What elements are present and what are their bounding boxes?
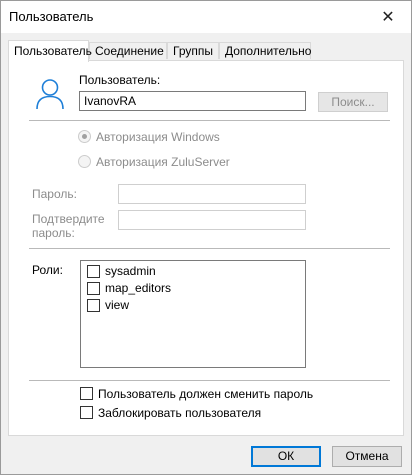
user-icon xyxy=(36,79,64,110)
role-item-label: map_editors xyxy=(105,281,172,295)
auth-windows-radio[interactable] xyxy=(78,130,91,143)
tab-user[interactable]: Пользователь xyxy=(8,40,92,62)
lock-user-checkbox[interactable] xyxy=(80,406,93,419)
must-change-password-checkbox[interactable] xyxy=(80,387,93,400)
radio-selected-dot xyxy=(82,134,87,139)
search-button[interactable]: Поиск... xyxy=(318,92,388,112)
role-checkbox[interactable] xyxy=(87,282,100,295)
cancel-button[interactable]: Отмена xyxy=(332,446,402,467)
password-field[interactable] xyxy=(118,184,306,204)
tab-connection[interactable]: Соединение xyxy=(89,42,167,59)
role-item-label: sysadmin xyxy=(105,264,156,278)
confirm-password-label-line2: пароль: xyxy=(32,226,75,240)
tab-advanced[interactable]: Дополнительно xyxy=(219,42,311,59)
title-bar: Пользователь ✕ xyxy=(1,1,411,33)
lock-user-label: Заблокировать пользователя xyxy=(98,406,262,420)
separator xyxy=(29,248,390,249)
password-label: Пароль: xyxy=(32,187,77,201)
role-checkbox[interactable] xyxy=(87,299,100,312)
separator xyxy=(29,120,390,121)
window-title: Пользователь xyxy=(9,9,94,24)
confirm-password-label-line1: Подтвердите xyxy=(32,212,105,226)
role-item-label: view xyxy=(105,298,130,312)
user-dialog: Пользователь ✕ Пользователь Соединение Г… xyxy=(0,0,412,475)
roles-label: Роли: xyxy=(32,263,63,277)
tab-panel-user: Пользователь: IvanovRA Поиск... Авториза… xyxy=(8,60,404,436)
user-name-field[interactable]: IvanovRA xyxy=(79,91,306,111)
must-change-password-label: Пользователь должен сменить пароль xyxy=(98,387,314,401)
separator xyxy=(29,380,390,381)
ok-button[interactable]: ОК xyxy=(251,446,321,467)
role-checkbox[interactable] xyxy=(87,265,100,278)
tab-groups[interactable]: Группы xyxy=(167,42,219,59)
auth-zulu-radio[interactable] xyxy=(78,155,91,168)
auth-windows-label: Авторизация Windows xyxy=(96,130,220,144)
close-icon[interactable]: ✕ xyxy=(365,1,411,33)
confirm-password-field[interactable] xyxy=(118,210,306,230)
user-label: Пользователь: xyxy=(79,73,161,87)
auth-zulu-label: Авторизация ZuluServer xyxy=(96,155,230,169)
roles-list[interactable]: sysadmin map_editors view xyxy=(80,260,306,368)
